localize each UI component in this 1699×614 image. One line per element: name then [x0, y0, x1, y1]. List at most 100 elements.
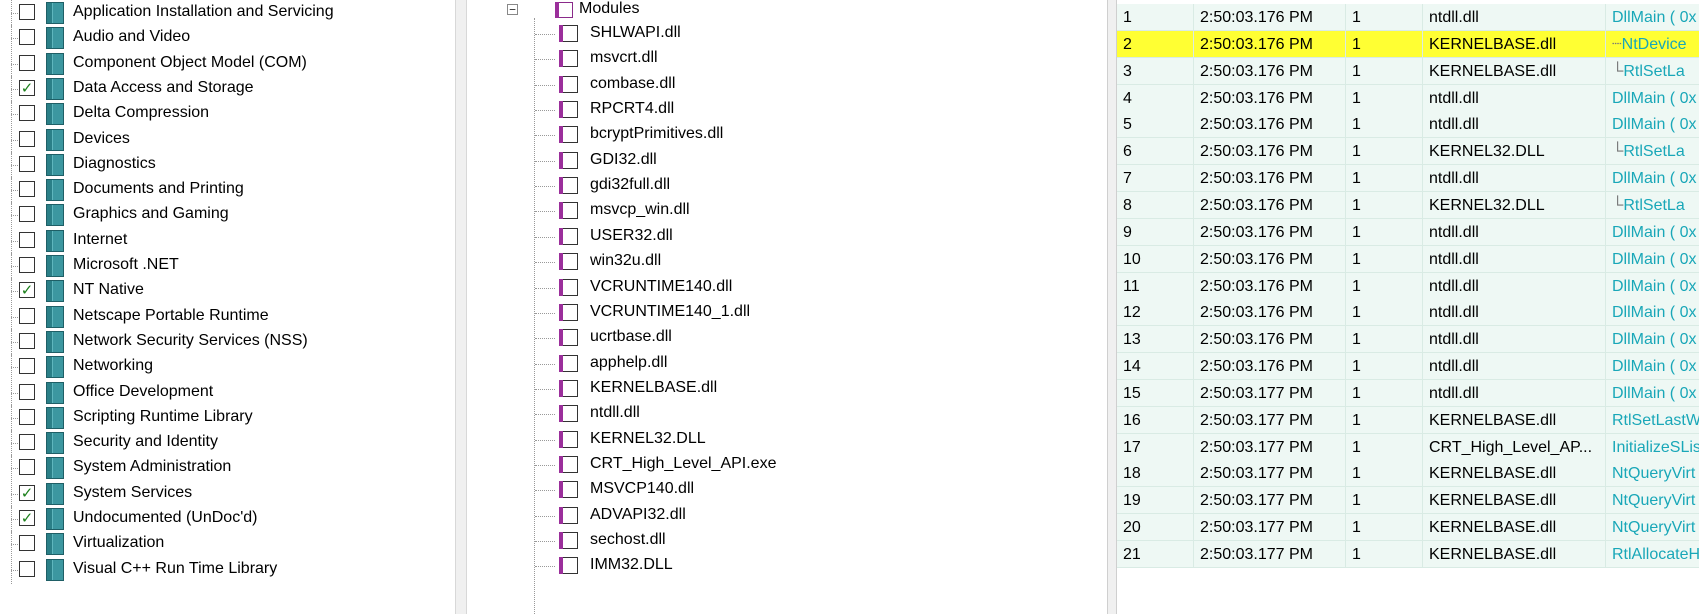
api-category-item[interactable]: System Administration — [0, 455, 455, 483]
category-checkbox[interactable] — [19, 105, 35, 122]
category-checkbox[interactable] — [19, 383, 35, 400]
module-item[interactable]: MSVCP140.dll — [467, 476, 1107, 503]
grid-row[interactable]: 20 2:50:03.177 PM 1 KERNELBASE.dll NtQueryVi… — [1117, 514, 1699, 542]
module-item[interactable]: combase.dll — [467, 71, 1107, 98]
pane-splitter[interactable] — [455, 0, 467, 614]
api-category-item[interactable]: Office Development — [0, 379, 455, 407]
category-checkbox[interactable] — [19, 257, 35, 273]
grid-row[interactable]: 9 2:50:03.176 PM 1 ntdll.dll DllMain ( 0x — [1117, 218, 1699, 246]
tree-connector — [535, 515, 555, 517]
api-category-item[interactable]: ✓ Undocumented (UnDoc'd) — [0, 506, 455, 533]
module-item[interactable]: bcryptPrimitives.dll — [467, 121, 1107, 148]
thread-cell: 1 — [1346, 4, 1423, 31]
grid-row[interactable]: 18 2:50:03.177 PM 1 KERNELBASE.dll NtQueryVi… — [1117, 460, 1699, 488]
module-item[interactable]: gdi32full.dll — [467, 172, 1107, 199]
api-category-item[interactable]: Diagnostics — [0, 151, 455, 179]
api-category-item[interactable]: Visual C++ Run Time Library — [0, 556, 455, 584]
category-checkbox[interactable]: ✓ — [19, 484, 35, 501]
api-category-item[interactable]: Network Security Services (NSS) — [0, 328, 455, 356]
module-item[interactable]: msvcrt.dll — [467, 45, 1107, 72]
pane-splitter-right[interactable] — [1107, 0, 1117, 614]
api-category-item[interactable]: Component Object Model (COM) — [0, 50, 455, 78]
api-category-item[interactable]: Virtualization — [0, 531, 455, 559]
api-category-item[interactable]: Devices — [0, 126, 455, 154]
category-checkbox[interactable] — [19, 155, 35, 172]
category-checkbox[interactable]: ✓ — [19, 510, 35, 526]
category-checkbox[interactable] — [19, 54, 35, 71]
category-checkbox[interactable] — [19, 459, 35, 476]
module-item[interactable]: KERNEL32.DLL — [467, 426, 1107, 453]
category-checkbox[interactable] — [19, 560, 35, 577]
api-category-item[interactable]: Networking — [0, 354, 455, 382]
api-category-item[interactable]: ✓ Data Access and Storage — [0, 75, 455, 103]
module-item[interactable]: msvcp_win.dll — [467, 197, 1107, 224]
grid-row[interactable]: 16 2:50:03.177 PM 1 KERNELBASE.dll RtlSetLas… — [1117, 406, 1699, 434]
category-checkbox[interactable]: ✓ — [19, 79, 35, 96]
api-category-item[interactable]: Delta Compression — [0, 101, 455, 129]
category-checkbox[interactable] — [19, 181, 35, 198]
api-category-item[interactable]: Netscape Portable Runtime — [0, 303, 455, 331]
api-call-summary-grid[interactable]: 1 2:50:03.176 PM 1 ntdll.dll DllMain ( 0x 2 2:… — [1117, 0, 1699, 614]
grid-row[interactable]: 10 2:50:03.176 PM 1 ntdll.dll DllMain ( 0x — [1117, 245, 1699, 273]
category-checkbox[interactable] — [19, 358, 35, 375]
grid-row[interactable]: 19 2:50:03.177 PM 1 KERNELBASE.dll NtQueryVi… — [1117, 487, 1699, 515]
api-category-item[interactable]: Scripting Runtime Library — [0, 404, 455, 432]
module-item[interactable]: USER32.dll — [467, 223, 1107, 250]
module-item[interactable]: VCRUNTIME140_1.dll — [467, 299, 1107, 326]
api-category-item[interactable]: Graphics and Gaming — [0, 202, 455, 230]
category-checkbox[interactable] — [19, 206, 35, 223]
collapse-icon[interactable]: − — [507, 4, 518, 15]
grid-row[interactable]: 4 2:50:03.176 PM 1 ntdll.dll DllMain ( 0x — [1117, 84, 1699, 112]
category-checkbox[interactable] — [19, 29, 35, 46]
module-name: ntdll.dll — [590, 404, 640, 422]
grid-row[interactable]: 15 2:50:03.177 PM 1 ntdll.dll DllMain ( 0x — [1117, 379, 1699, 407]
process-modules-tree[interactable]: − Modules SHLWAPI.dll msvcrt.dll combase.d… — [467, 0, 1107, 614]
grid-row[interactable]: 8 2:50:03.176 PM 1 KERNEL32.DLL └RtlSetLa — [1117, 191, 1699, 219]
module-item[interactable]: apphelp.dll — [467, 350, 1107, 377]
category-checkbox[interactable] — [19, 130, 35, 147]
api-category-item[interactable]: Application Installation and Servicing — [0, 0, 455, 27]
api-category-item[interactable]: Microsoft .NET — [0, 253, 455, 280]
grid-row[interactable]: 6 2:50:03.176 PM 1 KERNEL32.DLL └RtlSetLa — [1117, 138, 1699, 166]
api-category-item[interactable]: Documents and Printing — [0, 177, 455, 205]
grid-row[interactable]: 17 2:50:03.177 PM 1 CRT_High_Level_AP... Ini… — [1117, 433, 1699, 461]
modules-node-label[interactable]: Modules — [519, 0, 639, 18]
grid-row[interactable]: 2 2:50:03.176 PM 1 KERNELBASE.dll ┈NtDevice — [1117, 30, 1699, 58]
grid-row[interactable]: 3 2:50:03.176 PM 1 KERNELBASE.dll └RtlSetLa — [1117, 57, 1699, 85]
category-checkbox[interactable] — [19, 231, 35, 248]
module-item[interactable]: ntdll.dll — [467, 400, 1107, 427]
grid-row[interactable]: 21 2:50:03.177 PM 1 KERNELBASE.dll RtlAlloca… — [1117, 541, 1699, 568]
module-item[interactable]: CRT_High_Level_API.exe — [467, 451, 1107, 478]
api-category-item[interactable]: ✓ NT Native — [0, 278, 455, 306]
module-item[interactable]: VCRUNTIME140.dll — [467, 274, 1107, 301]
module-item[interactable]: sechost.dll — [467, 527, 1107, 554]
module-item[interactable]: IMM32.DLL — [467, 552, 1107, 579]
grid-row[interactable]: 1 2:50:03.176 PM 1 ntdll.dll DllMain ( 0x — [1117, 4, 1699, 31]
api-category-item[interactable]: ✓ System Services — [0, 480, 455, 508]
category-checkbox[interactable] — [19, 332, 35, 349]
module-item[interactable]: RPCRT4.dll — [467, 96, 1107, 123]
module-name: MSVCP140.dll — [590, 480, 695, 498]
grid-row[interactable]: 5 2:50:03.176 PM 1 ntdll.dll DllMain ( 0x — [1117, 111, 1699, 139]
module-item[interactable]: win32u.dll — [467, 248, 1107, 275]
module-item[interactable]: ADVAPI32.dll — [467, 502, 1107, 529]
category-checkbox[interactable] — [19, 408, 35, 425]
module-item[interactable]: KERNELBASE.dll — [467, 375, 1107, 402]
grid-row[interactable]: 12 2:50:03.176 PM 1 ntdll.dll DllMain ( 0x — [1117, 299, 1699, 327]
module-item[interactable]: ucrtbase.dll — [467, 324, 1107, 351]
grid-row[interactable]: 14 2:50:03.176 PM 1 ntdll.dll DllMain ( 0x — [1117, 353, 1699, 381]
module-item[interactable]: GDI32.dll — [467, 147, 1107, 174]
category-checkbox[interactable] — [19, 4, 35, 20]
category-checkbox[interactable] — [19, 307, 35, 324]
grid-row[interactable]: 11 2:50:03.176 PM 1 ntdll.dll DllMain ( 0x — [1117, 272, 1699, 300]
api-category-item[interactable]: Audio and Video — [0, 25, 455, 53]
api-filter-tree[interactable]: Application Installation and Servicing Au… — [0, 0, 455, 614]
grid-row[interactable]: 13 2:50:03.176 PM 1 ntdll.dll DllMain ( 0x — [1117, 326, 1699, 354]
grid-row[interactable]: 7 2:50:03.176 PM 1 ntdll.dll DllMain ( 0x — [1117, 165, 1699, 193]
api-category-item[interactable]: Security and Identity — [0, 430, 455, 458]
category-checkbox[interactable] — [19, 535, 35, 552]
module-item[interactable]: SHLWAPI.dll — [467, 20, 1107, 47]
category-checkbox[interactable] — [19, 434, 35, 451]
api-category-item[interactable]: Internet — [0, 227, 455, 255]
category-checkbox[interactable]: ✓ — [19, 282, 35, 299]
